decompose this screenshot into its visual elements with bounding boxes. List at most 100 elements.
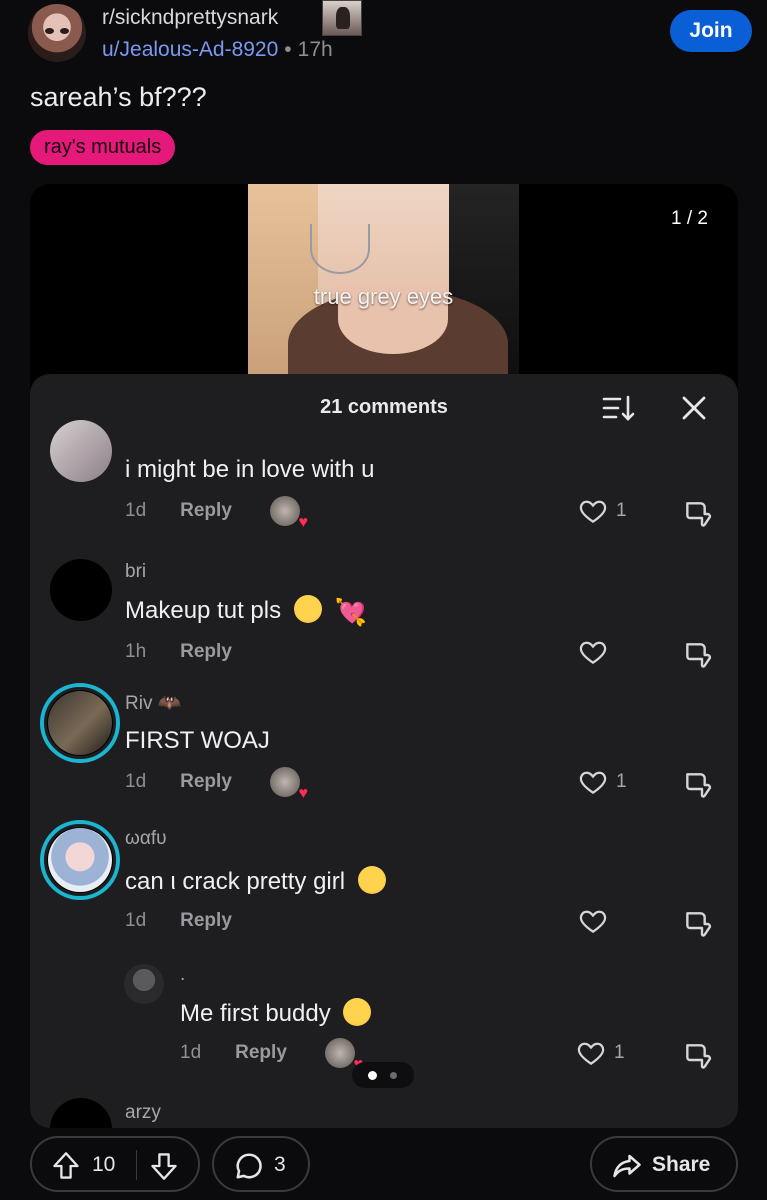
share-label: Share bbox=[652, 1153, 711, 1176]
comment-item[interactable]: i might be in love with u 1d Reply 1 bbox=[30, 420, 738, 534]
sort-icon[interactable] bbox=[602, 394, 636, 422]
comment-meta: 1d Reply bbox=[125, 910, 232, 932]
comment-body: Makeup tut pls bbox=[125, 597, 282, 624]
avatar-image bbox=[48, 828, 112, 892]
comment-text: FIRST WOAJ bbox=[125, 727, 270, 754]
comment-text: Makeup tut pls 💘 bbox=[125, 595, 367, 628]
pagination-dot-active[interactable] bbox=[368, 1071, 377, 1080]
commenter-avatar[interactable] bbox=[40, 820, 120, 900]
post-header: r/sickndprettysnark u/Jealous-Ad-8920 • 17… bbox=[0, 0, 767, 78]
subreddit-avatar[interactable] bbox=[28, 4, 86, 62]
dislike-icon[interactable] bbox=[682, 498, 714, 530]
comment-item[interactable]: arzy bbox=[30, 1094, 738, 1128]
comment-meta: 1h Reply bbox=[125, 641, 232, 663]
close-icon[interactable] bbox=[680, 394, 708, 422]
meta-separator: • bbox=[284, 38, 292, 61]
commenter-avatar[interactable] bbox=[40, 683, 120, 763]
commenter-avatar[interactable] bbox=[124, 964, 164, 1004]
post-action-bar: 10 3 Share bbox=[0, 1136, 767, 1200]
commenter-name[interactable]: Riv 🦇 bbox=[125, 691, 181, 715]
comment-time: 1d bbox=[180, 1042, 202, 1063]
comments-sheet: 21 comments i might be in love with u 1d… bbox=[30, 374, 738, 1128]
comment-item[interactable]: Riv 🦇 FIRST WOAJ 1d Reply 1 bbox=[30, 683, 738, 804]
join-button[interactable]: Join bbox=[670, 10, 752, 52]
like-count: 1 bbox=[616, 771, 627, 792]
reply-button[interactable]: Reply bbox=[180, 500, 232, 521]
creator-liked-badge bbox=[325, 1038, 363, 1074]
yawning-emoji-icon bbox=[343, 998, 372, 1026]
heart-icon bbox=[579, 771, 607, 794]
commenter-avatar[interactable] bbox=[50, 559, 112, 621]
commenter-name[interactable]: ωαfυ bbox=[125, 828, 167, 850]
image-necklace bbox=[310, 224, 370, 274]
author-username[interactable]: u/Jealous-Ad-8920 bbox=[102, 38, 278, 61]
reply-button[interactable]: Reply bbox=[235, 1042, 287, 1063]
comment-item[interactable]: bri Makeup tut pls 💘 1h Reply bbox=[30, 559, 738, 669]
dislike-icon[interactable] bbox=[682, 1040, 714, 1072]
like-button[interactable]: 1 bbox=[578, 496, 638, 528]
reply-button[interactable]: Reply bbox=[180, 910, 232, 931]
comment-meta: 1d Reply bbox=[125, 771, 232, 793]
commenter-avatar[interactable] bbox=[50, 1098, 112, 1128]
avatar-eye bbox=[60, 28, 69, 34]
comment-text: can ι crack pretty girl bbox=[125, 866, 386, 896]
subreddit-banner-thumbnail bbox=[322, 0, 362, 36]
share-icon bbox=[613, 1154, 641, 1178]
subreddit-name[interactable]: r/sickndprettysnark bbox=[102, 6, 278, 30]
bat-emoji-icon: 🦇 bbox=[157, 693, 182, 714]
commenter-name[interactable]: bri bbox=[125, 561, 146, 583]
comment-text: Me first buddy bbox=[180, 998, 372, 1028]
heart-icon bbox=[579, 641, 607, 664]
comment-meta: 1d Reply bbox=[125, 500, 232, 522]
creator-liked-badge bbox=[270, 496, 308, 532]
downvote-icon[interactable] bbox=[150, 1151, 178, 1181]
comment-icon bbox=[236, 1153, 262, 1179]
comment-body: Me first buddy bbox=[180, 1000, 331, 1027]
avatar-image bbox=[48, 691, 112, 755]
heart-arrow-emoji-icon: 💘 bbox=[334, 597, 367, 627]
pensive-emoji-icon bbox=[293, 595, 322, 623]
dislike-icon[interactable] bbox=[682, 769, 714, 801]
comment-count: 3 bbox=[274, 1153, 286, 1176]
heart-icon bbox=[577, 1042, 605, 1065]
reply-comment-item[interactable]: . Me first buddy 1d Reply 1 bbox=[30, 964, 738, 1074]
post-meta: u/Jealous-Ad-8920 • 17h bbox=[102, 38, 333, 62]
like-button[interactable]: 1 bbox=[576, 1038, 636, 1070]
vote-control: 10 bbox=[30, 1136, 200, 1192]
gallery-image[interactable]: true grey eyes bbox=[248, 184, 519, 374]
like-count: 1 bbox=[614, 1042, 625, 1063]
reply-button[interactable]: Reply bbox=[180, 771, 232, 792]
gallery-pagination[interactable] bbox=[352, 1062, 414, 1088]
post-flair[interactable]: ray's mutuals bbox=[30, 130, 176, 165]
dislike-icon[interactable] bbox=[682, 639, 714, 671]
vote-divider bbox=[136, 1150, 137, 1180]
reply-button[interactable]: Reply bbox=[180, 641, 232, 662]
like-button[interactable]: 1 bbox=[578, 767, 638, 799]
heart-icon bbox=[579, 910, 607, 933]
post-media-gallery[interactable]: true grey eyes 1 / 2 21 comments i might… bbox=[30, 184, 738, 1128]
comment-text: i might be in love with u bbox=[125, 456, 375, 483]
creator-liked-badge bbox=[270, 767, 308, 803]
commenter-name[interactable]: arzy bbox=[125, 1102, 161, 1124]
comment-time: 1h bbox=[125, 641, 147, 662]
dislike-icon[interactable] bbox=[682, 908, 714, 940]
commenter-name[interactable]: . bbox=[180, 964, 185, 986]
vote-score: 10 bbox=[92, 1153, 116, 1176]
upvote-icon[interactable] bbox=[52, 1151, 80, 1181]
comment-time: 1d bbox=[125, 500, 147, 521]
comment-item[interactable]: ωαfυ can ι crack pretty girl 1d Reply bbox=[30, 820, 738, 941]
image-caption: true grey eyes bbox=[313, 284, 454, 309]
drooling-emoji-icon bbox=[357, 866, 386, 894]
pagination-dot[interactable] bbox=[390, 1072, 397, 1079]
share-button[interactable]: Share bbox=[590, 1136, 738, 1192]
like-button[interactable] bbox=[578, 637, 638, 669]
comment-meta: 1d Reply bbox=[180, 1042, 287, 1064]
heart-icon bbox=[579, 500, 607, 523]
comment-time: 1d bbox=[125, 771, 147, 792]
post-age: 17h bbox=[297, 38, 333, 61]
commenter-name-text: Riv bbox=[125, 693, 153, 714]
post-title[interactable]: sareah’s bf??? bbox=[30, 82, 207, 113]
commenter-avatar[interactable] bbox=[50, 420, 112, 482]
like-button[interactable] bbox=[578, 906, 638, 938]
comments-button[interactable]: 3 bbox=[212, 1136, 310, 1192]
